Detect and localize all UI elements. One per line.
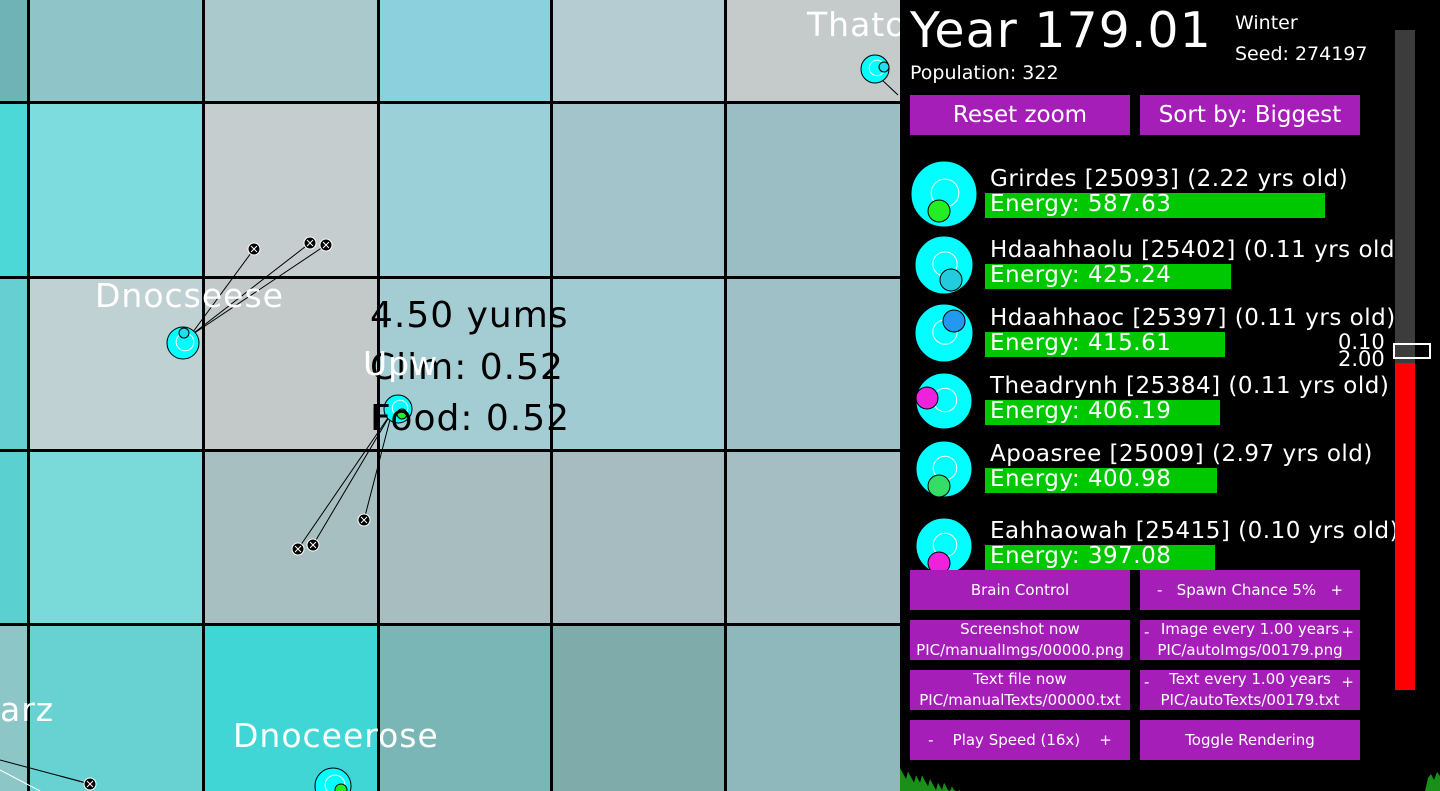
creature-portrait-icon — [914, 235, 974, 295]
slider-handle[interactable] — [1393, 343, 1431, 359]
play-speed-control[interactable]: - Play Speed (16x) + — [910, 720, 1130, 760]
creature-portrait-icon — [915, 372, 973, 430]
creature-name-dnoceerose: Dnoceerose — [233, 716, 439, 755]
seed-label: Seed: 274197 — [1235, 43, 1368, 65]
text-interval-increase-button[interactable]: + — [1341, 672, 1354, 693]
image-path-label: PIC/autoImgs/00179.png — [1157, 641, 1343, 659]
creature-arz-antenna-line — [0, 769, 41, 791]
population-graph-strip — [900, 768, 1440, 791]
tile-food-readout: Food: 0.52 — [370, 398, 571, 439]
creature-entry-energy: Energy: 415.61 — [990, 330, 1172, 356]
text-interval-control[interactable]: - + Text every 1.00 years PIC/autoTexts/… — [1140, 670, 1360, 710]
screenshot-path-label: PIC/manualImgs/00000.png — [916, 641, 1124, 659]
portrait-mouth — [915, 386, 939, 410]
text-file-path-label: PIC/manualTexts/00000.txt — [919, 691, 1121, 709]
creature-name-thato: Thato — [807, 5, 900, 44]
graph-area-right — [1425, 772, 1440, 791]
population-count: Population: 322 — [910, 62, 1059, 84]
creature-entry-energy: Energy: 406.19 — [990, 398, 1172, 424]
portrait-body — [914, 303, 974, 363]
creature-thato-mouth — [878, 61, 890, 73]
creature-entry-name: Apoasree [25009] (2.97 yrs old) — [990, 441, 1373, 467]
spawn-chance-label: Spawn Chance 5% — [1176, 580, 1317, 599]
creature-name-arz: arz — [0, 690, 55, 729]
creature-entry-name: Hdaahhaolu [25402] (0.11 yrs old) — [990, 237, 1405, 263]
brain-control-button[interactable]: Brain Control — [910, 570, 1130, 610]
leaderboard-entry[interactable]: Grirdes [25093] (2.22 yrs old) Energy: 5… — [910, 160, 1400, 228]
creature-dnoceerose-mouth — [334, 783, 348, 791]
world-view[interactable]: Thato Dnocseese 4.50 yums Clim: 0.52 Upw… — [0, 0, 900, 791]
reset-zoom-button[interactable]: Reset zoom — [910, 95, 1130, 135]
text-path-label: PIC/autoTexts/00179.txt — [1160, 691, 1340, 709]
creature-entry-name: Eahhaowah [25415] (0.10 yrs old) — [990, 518, 1400, 544]
creature-entry-energy: Energy: 397.08 — [990, 543, 1172, 569]
creature-portrait-icon — [910, 160, 978, 228]
creature-portrait-icon — [915, 440, 973, 498]
portrait-mouth — [939, 268, 963, 292]
world-overlay — [0, 54, 899, 791]
spawn-chance-control[interactable]: - Spawn Chance 5% + — [1140, 570, 1360, 610]
leaderboard-entry[interactable]: Apoasree [25009] (2.97 yrs old) Energy: … — [910, 435, 1400, 503]
creature-name-dnocseese: Dnocseese — [95, 276, 284, 315]
sort-by-label: Sort by: Biggest — [1158, 102, 1342, 128]
text-interval-label: Text every 1.00 years — [1169, 670, 1331, 688]
creature-name-upw: Upw — [363, 344, 439, 383]
leaderboard-entry[interactable]: Hdaahhaolu [25402] (0.11 yrs old) Energy… — [910, 231, 1404, 299]
year-display: Year 179.01 — [910, 2, 1212, 59]
screenshot-now-label: Screenshot now — [960, 620, 1080, 638]
leaderboard-entry[interactable]: Theadrynh [25384] (0.11 yrs old) Energy:… — [910, 367, 1400, 435]
creature-portrait-icon — [914, 303, 974, 363]
spawn-chance-decrease-button[interactable]: - — [1157, 581, 1162, 599]
slider-label-bottom: 2.00 — [1338, 347, 1385, 371]
image-interval-decrease-button[interactable]: - — [1144, 622, 1149, 643]
creature-entry-energy: Energy: 400.98 — [990, 466, 1172, 492]
toggle-rendering-label: Toggle Rendering — [1185, 730, 1315, 749]
play-speed-row: - Play Speed (16x) + — [928, 730, 1112, 751]
tile-yums-readout: 4.50 yums — [370, 295, 569, 336]
sort-by-button[interactable]: Sort by: Biggest — [1140, 95, 1360, 135]
creature-entry-name: Hdaahhaoc [25397] (0.11 yrs old) — [990, 305, 1396, 331]
creature-entry-energy: Energy: 587.63 — [990, 191, 1172, 217]
leaderboard-entry[interactable]: Hdaahhaoc [25397] (0.11 yrs old) Energy:… — [910, 299, 1400, 367]
spawn-chance-increase-button[interactable]: + — [1330, 581, 1343, 599]
play-speed-decrease-button[interactable]: - — [928, 731, 933, 749]
reset-zoom-label: Reset zoom — [952, 102, 1088, 128]
text-interval-decrease-button[interactable]: - — [1144, 672, 1149, 693]
creature-dnocseese-mouth — [178, 327, 190, 339]
slider-fill — [1395, 363, 1415, 690]
side-panel: Year 179.01 Population: 322 Winter Seed:… — [900, 0, 1440, 791]
spawn-chance-row: - Spawn Chance 5% + — [1157, 580, 1343, 601]
portrait-mouth — [927, 474, 951, 498]
screenshot-now-button[interactable]: Screenshot now PIC/manualImgs/00000.png — [910, 620, 1130, 660]
creature-entry-name: Theadrynh [25384] (0.11 yrs old) — [990, 373, 1390, 399]
play-speed-increase-button[interactable]: + — [1099, 731, 1112, 749]
portrait-mouth — [927, 199, 951, 223]
image-interval-increase-button[interactable]: + — [1341, 622, 1354, 643]
brain-control-label: Brain Control — [970, 580, 1070, 599]
text-file-now-button[interactable]: Text file now PIC/manualTexts/00000.txt — [910, 670, 1130, 710]
image-interval-control[interactable]: - + Image every 1.00 years PIC/autoImgs/… — [1140, 620, 1360, 660]
image-interval-label: Image every 1.00 years — [1160, 620, 1340, 638]
text-file-now-label: Text file now — [973, 670, 1067, 688]
creature-entry-name: Grirdes [25093] (2.22 yrs old) — [990, 166, 1349, 192]
portrait-mouth — [942, 309, 966, 333]
toggle-rendering-button[interactable]: Toggle Rendering — [1140, 720, 1360, 760]
graph-area-left — [900, 768, 960, 791]
season-label: Winter — [1235, 12, 1298, 34]
play-speed-label: Play Speed (16x) — [952, 730, 1081, 749]
creature-entry-energy: Energy: 425.24 — [990, 262, 1172, 288]
